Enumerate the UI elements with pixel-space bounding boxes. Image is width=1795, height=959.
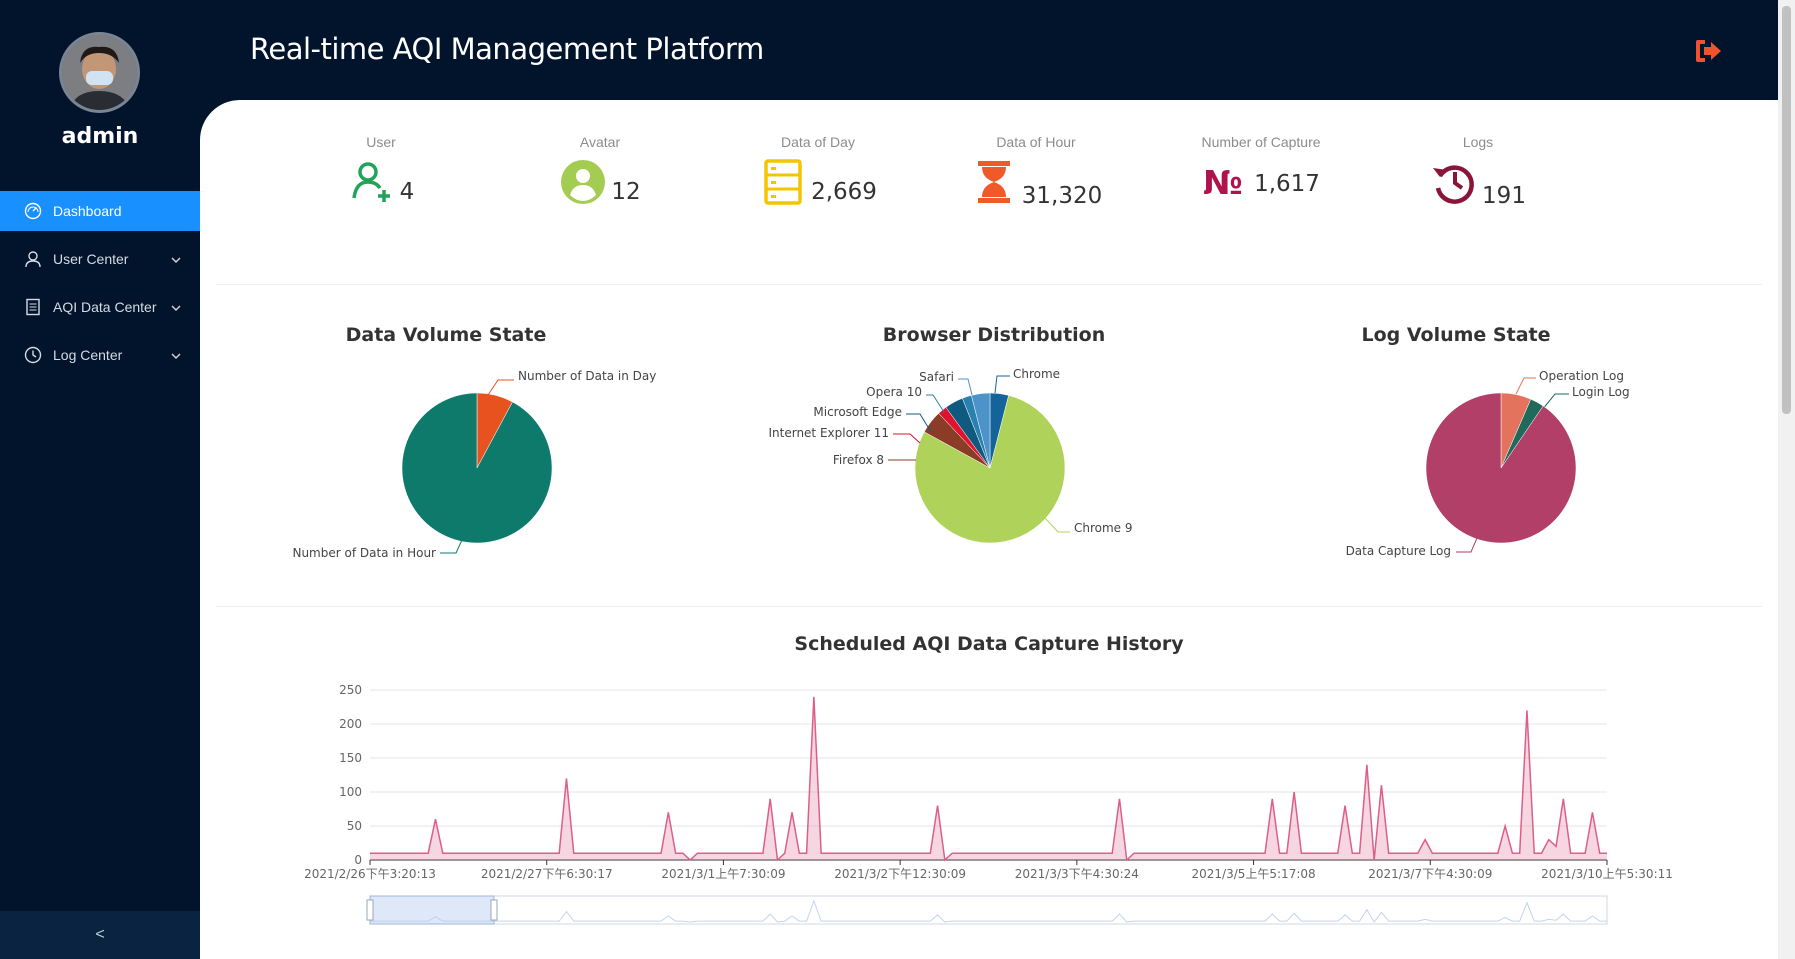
sidebar-collapse-button[interactable]: < — [0, 911, 200, 959]
x-tick-label: 2021/3/1上午7:30:09 — [661, 867, 785, 881]
sidebar-item-log-center[interactable]: Log Center — [0, 331, 200, 379]
data-zoom-window[interactable] — [369, 895, 495, 925]
page-title: Real-time AQI Management Platform — [250, 32, 764, 66]
user-icon — [24, 250, 42, 268]
data-zoom-handle[interactable] — [490, 899, 498, 921]
y-tick-label: 200 — [339, 717, 362, 731]
username: admin — [61, 124, 139, 149]
logout-icon — [1696, 40, 1721, 62]
x-tick-label: 2021/3/10上午5:30:11 — [1541, 867, 1673, 881]
document-icon — [24, 298, 42, 316]
clock-icon — [24, 346, 42, 364]
chevron-down-icon — [170, 349, 182, 361]
page-scrollbar[interactable] — [1778, 0, 1795, 959]
avatar[interactable] — [59, 32, 140, 113]
y-tick-label: 250 — [339, 683, 362, 697]
x-tick-label: 2021/3/5上午5:17:08 — [1191, 867, 1315, 881]
x-tick-label: 2021/3/2下午12:30:09 — [834, 867, 966, 881]
x-tick-label: 2021/2/26下午3:20:13 — [304, 867, 436, 881]
capture-history-chart: 0 50 100 150 200 250 2021/2/26下午3:20:13 2021/2/… — [304, 683, 1673, 925]
x-tick-label: 2021/3/7下午4:30:09 — [1368, 867, 1492, 881]
x-tick-label: 2021/2/27下午6:30:17 — [481, 867, 613, 881]
sidebar: admin Dashboard User Center AQI Data Cen… — [0, 0, 200, 959]
sidebar-menu: Dashboard User Center AQI Data Center Lo… — [0, 191, 200, 379]
scrollbar-thumb[interactable] — [1782, 6, 1791, 414]
y-tick-label: 50 — [347, 819, 362, 833]
x-tick-label: 2021/3/3下午4:30:24 — [1015, 867, 1139, 881]
y-tick-label: 150 — [339, 751, 362, 765]
sidebar-item-label: Dashboard — [53, 203, 122, 219]
area-fill — [370, 696, 1607, 860]
sidebar-item-label: User Center — [53, 251, 129, 267]
sidebar-item-label: AQI Data Center — [53, 299, 157, 315]
series-line[interactable] — [370, 696, 1607, 862]
data-zoom-preview — [370, 899, 1607, 923]
sidebar-item-dashboard[interactable]: Dashboard — [0, 191, 200, 231]
logout-button[interactable] — [1693, 36, 1723, 66]
dashboard-icon — [24, 202, 42, 220]
data-zoom-handle[interactable] — [366, 899, 374, 921]
y-tick-label: 100 — [339, 785, 362, 799]
dashboard-panel: User 4 Avatar 12 Data of Day 2,669 Data … — [200, 100, 1778, 959]
chevron-down-icon — [170, 301, 182, 313]
sidebar-item-label: Log Center — [53, 347, 123, 363]
chevron-left-icon: < — [95, 926, 105, 943]
sidebar-item-user-center[interactable]: User Center — [0, 235, 200, 283]
sidebar-item-aqi-data-center[interactable]: AQI Data Center — [0, 283, 200, 331]
header: Real-time AQI Management Platform — [200, 0, 1778, 100]
chevron-down-icon — [170, 253, 182, 265]
y-tick-label: 0 — [354, 853, 362, 867]
